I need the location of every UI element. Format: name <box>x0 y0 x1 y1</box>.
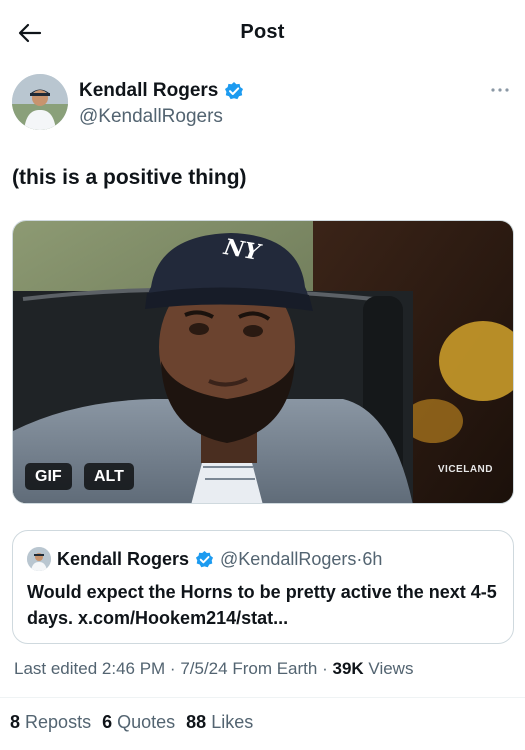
views-label: Views <box>368 659 414 678</box>
post-meta: Last edited 2:46 PM · 7/5/24 From Earth … <box>14 659 413 679</box>
quoted-text: Would expect the Horns to be pretty acti… <box>27 582 497 628</box>
author-handle[interactable]: @KendallRogers <box>79 106 223 128</box>
quoted-post[interactable]: Kendall Rogers @KendallRogers·6h Would e… <box>12 530 514 644</box>
likes-label: Likes <box>211 712 254 732</box>
post-location: From Earth <box>232 659 318 678</box>
reposts-label: Reposts <box>25 712 92 732</box>
views-count: 39K <box>332 659 364 678</box>
divider <box>0 697 525 698</box>
quotes-label: Quotes <box>117 712 176 732</box>
more-options-button[interactable] <box>488 80 512 100</box>
author-display-name[interactable]: Kendall Rogers <box>79 80 218 102</box>
verified-badge-icon <box>195 550 214 567</box>
quotes-count: 6 <box>102 712 113 732</box>
meta-separator: · <box>322 659 328 678</box>
quoted-display-name: Kendall Rogers <box>57 548 190 569</box>
post-media-gif[interactable]: NY GIF ALT VICELAND <box>12 220 514 504</box>
quoted-avatar <box>27 547 51 571</box>
reposts-count: 8 <box>10 712 21 732</box>
reposts-stat[interactable]: 8 Reposts <box>10 712 91 733</box>
avatar[interactable] <box>12 74 68 130</box>
gif-badge[interactable]: GIF <box>25 463 72 490</box>
verified-badge-icon <box>225 82 244 100</box>
quoted-handle: @KendallRogers <box>220 548 357 569</box>
quotes-stat[interactable]: 6 Quotes <box>102 712 175 733</box>
more-horizontal-icon <box>491 88 509 92</box>
likes-stat[interactable]: 88 Likes <box>186 712 253 733</box>
alt-text-badge[interactable]: ALT <box>84 463 134 490</box>
page-title: Post <box>240 21 285 43</box>
post-text: (this is a positive thing) <box>12 166 247 189</box>
edited-timestamp[interactable]: Last edited 2:46 PM · 7/5/24 <box>14 659 228 678</box>
media-watermark: VICELAND <box>437 464 493 475</box>
post-author: Kendall Rogers @KendallRogers <box>12 74 512 134</box>
gif-frame-image <box>13 221 513 503</box>
likes-count: 88 <box>186 712 207 732</box>
quoted-time: 6h <box>362 548 383 569</box>
top-bar: Post <box>0 0 525 64</box>
engagement-stats: 8 Reposts 6 Quotes 88 Likes <box>10 712 253 733</box>
